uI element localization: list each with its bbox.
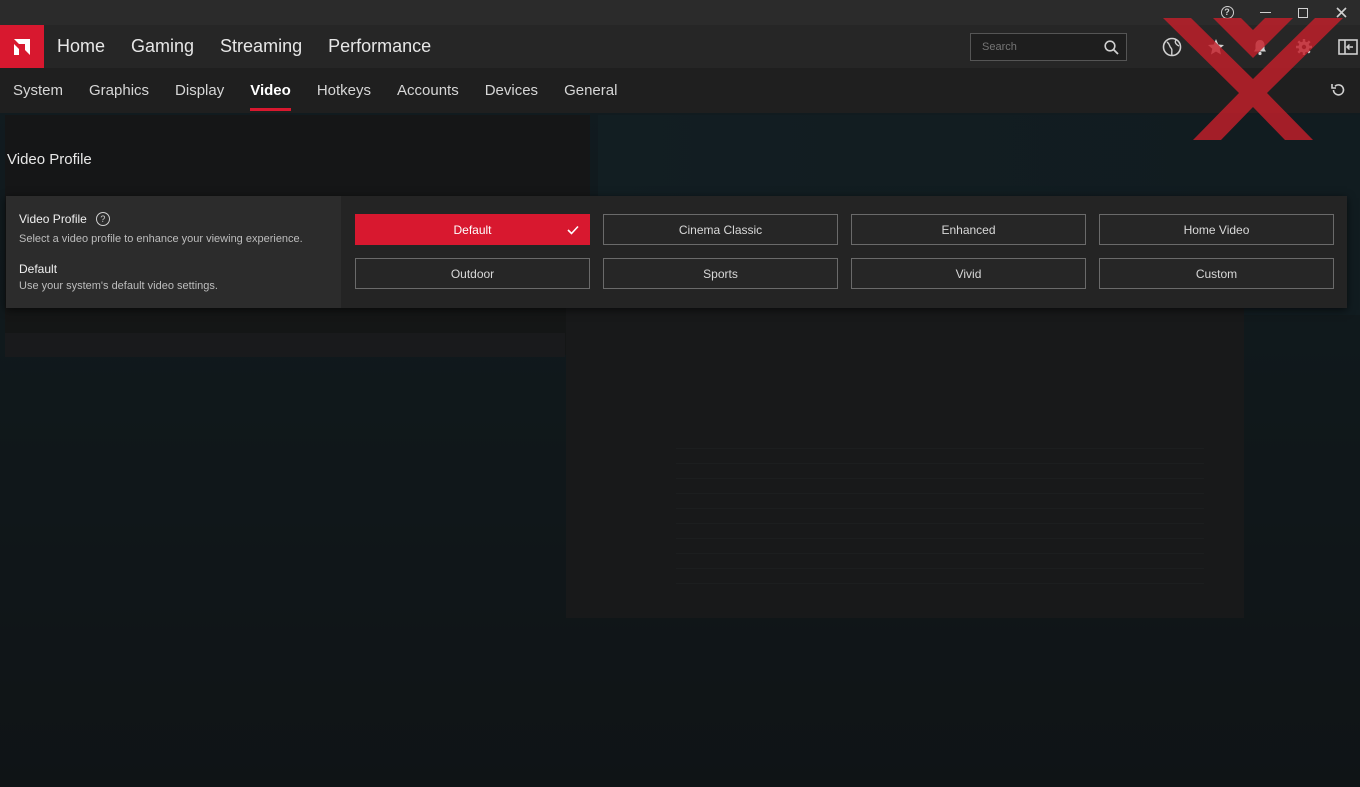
video-profile-panel: Video Profile ? Select a video profile t…	[6, 196, 1347, 308]
selected-profile-name: Default	[19, 262, 58, 276]
tab-video[interactable]: Video	[250, 68, 291, 113]
profile-description: Select a video profile to enhance your v…	[19, 233, 303, 245]
sub-tabs: System Graphics Display Video Hotkeys Ac…	[13, 68, 643, 113]
search-box[interactable]	[970, 33, 1127, 61]
tab-home[interactable]: Home	[57, 36, 105, 57]
option-label: Vivid	[955, 266, 982, 281]
tab-devices[interactable]: Devices	[485, 68, 538, 113]
watermark-logo	[1163, 18, 1343, 140]
main-nav: Home Gaming Streaming Performance	[0, 25, 1360, 68]
tab-performance[interactable]: Performance	[328, 36, 431, 57]
option-label: Cinema Classic	[678, 222, 763, 237]
checkmark-icon	[567, 224, 579, 238]
tab-system[interactable]: System	[13, 68, 63, 113]
search-input[interactable]	[982, 41, 1102, 53]
tab-accounts[interactable]: Accounts	[397, 68, 459, 113]
option-default-button[interactable]: Default	[355, 214, 590, 245]
option-label: Enhanced	[941, 222, 996, 237]
option-cinema-classic-button[interactable]: Cinema Classic	[603, 214, 838, 245]
option-label: Outdoor	[450, 266, 495, 281]
option-label: Custom	[1195, 266, 1238, 281]
sub-nav: System Graphics Display Video Hotkeys Ac…	[0, 68, 1360, 113]
option-custom-button[interactable]: Custom	[1099, 258, 1334, 289]
page-title: Video Profile	[7, 151, 92, 168]
help-icon[interactable]: ?	[95, 212, 110, 226]
option-sports-button[interactable]: Sports	[603, 258, 838, 289]
tab-streaming[interactable]: Streaming	[220, 36, 302, 57]
main-tabs: Home Gaming Streaming Performance	[57, 36, 457, 57]
tab-gaming[interactable]: Gaming	[131, 36, 194, 57]
option-label: Sports	[703, 266, 738, 281]
tab-hotkeys[interactable]: Hotkeys	[317, 68, 371, 113]
option-label: Default	[453, 222, 492, 237]
profile-info: Video Profile ? Select a video profile t…	[6, 196, 341, 308]
tab-graphics[interactable]: Graphics	[89, 68, 149, 113]
selected-profile-description: Use your system's default video settings…	[19, 280, 218, 292]
option-label: Home Video	[1183, 222, 1250, 237]
option-home-video-button[interactable]: Home Video	[1099, 214, 1334, 245]
option-vivid-button[interactable]: Vivid	[851, 258, 1086, 289]
profile-heading: Video Profile	[19, 212, 87, 226]
tab-general[interactable]: General	[564, 68, 617, 113]
option-enhanced-button[interactable]: Enhanced	[851, 214, 1086, 245]
amd-logo-icon[interactable]	[0, 25, 44, 68]
tab-display[interactable]: Display	[175, 68, 224, 113]
option-outdoor-button[interactable]: Outdoor	[355, 258, 590, 289]
profile-heading-row: Video Profile ?	[19, 212, 110, 226]
title-bar: ?	[0, 0, 1360, 25]
search-icon[interactable]	[1104, 40, 1119, 58]
